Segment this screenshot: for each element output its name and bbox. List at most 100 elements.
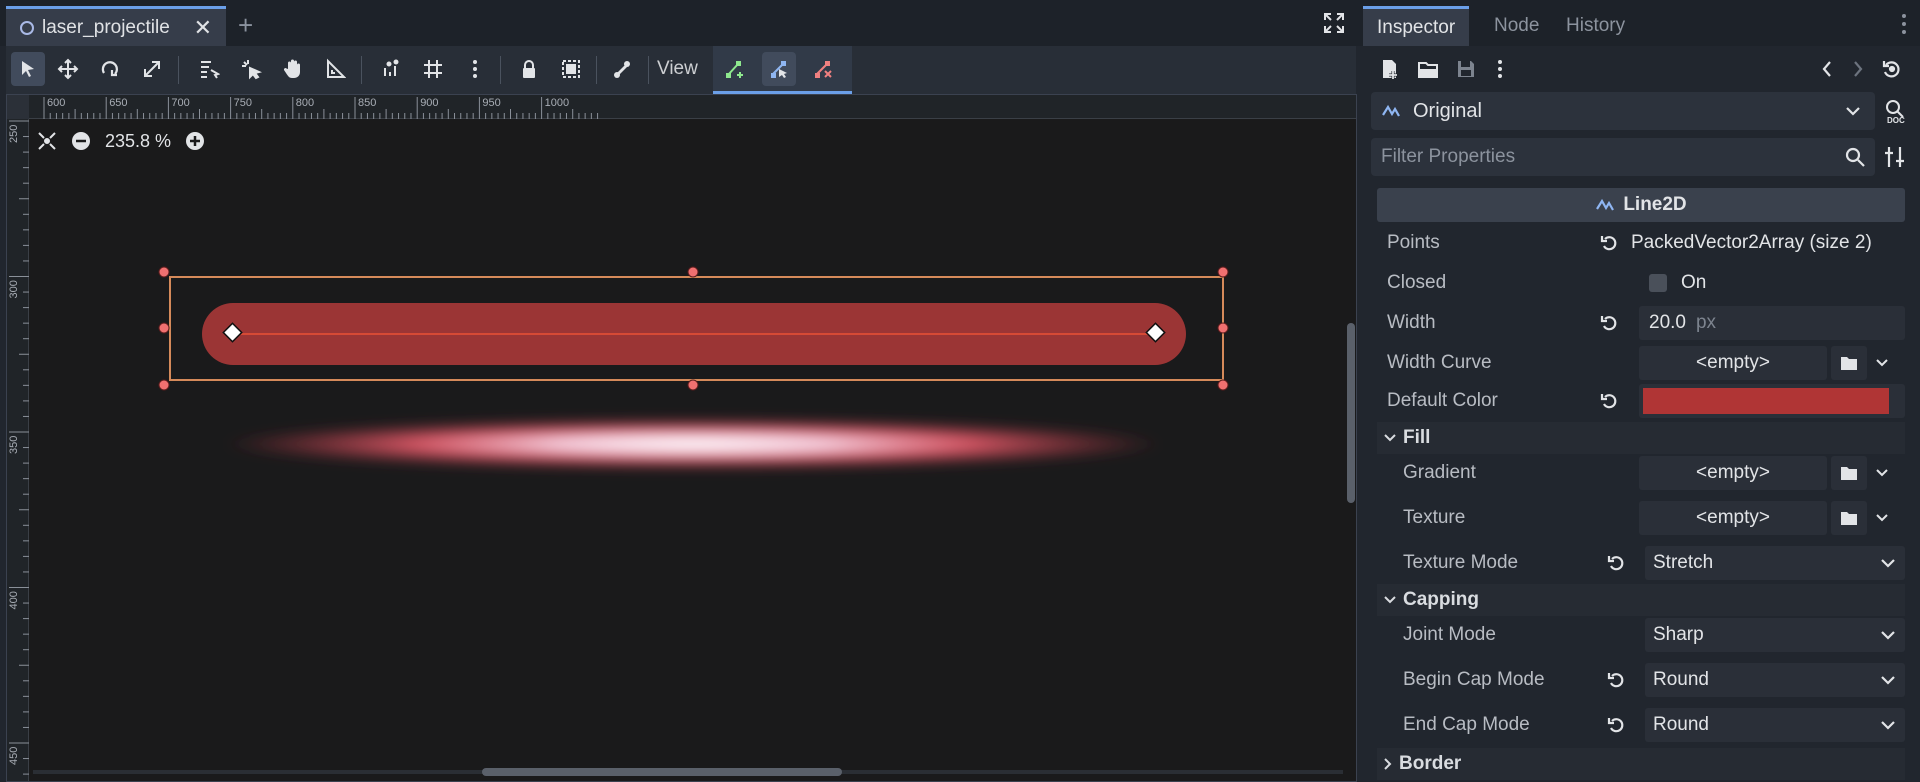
svg-text:DOC: DOC: [1887, 116, 1905, 124]
object-history-icon[interactable]: [1878, 56, 1904, 82]
revert-icon[interactable]: [1606, 715, 1626, 735]
fullscreen-icon[interactable]: [1323, 12, 1345, 34]
resource-empty-value[interactable]: <empty>: [1639, 456, 1827, 490]
move-tool-icon[interactable]: [51, 52, 85, 86]
open-documentation-icon[interactable]: DOC: [1882, 98, 1908, 124]
canvas-toolbar: View: [6, 46, 1356, 94]
vertical-scrollbar[interactable]: [1347, 323, 1355, 503]
ruler-label: 850: [358, 97, 376, 109]
new-resource-icon[interactable]: [1377, 56, 1403, 82]
folder-icon[interactable]: [1831, 346, 1867, 380]
chevron-down-icon[interactable]: [1867, 456, 1897, 490]
center-view-icon[interactable]: [37, 131, 57, 151]
resource-selector-label: Original: [1413, 99, 1482, 122]
chevron-down-icon: [1384, 596, 1396, 604]
property-label: End Cap Mode: [1403, 714, 1530, 735]
scale-tool-icon[interactable]: [135, 52, 169, 86]
property-list: Line2D Points PackedVector2Array (size 2…: [1377, 188, 1905, 782]
close-tab-icon[interactable]: ✕: [194, 15, 212, 41]
tab-history[interactable]: History: [1552, 6, 1639, 46]
smart-snap-icon[interactable]: [374, 52, 408, 86]
group-icon[interactable]: [554, 52, 588, 86]
horizontal-scrollbar[interactable]: [482, 768, 842, 776]
revert-icon[interactable]: [1599, 313, 1619, 333]
property-texture-mode: Texture Mode Stretch: [1377, 544, 1905, 582]
ruler-label: 300: [8, 280, 20, 298]
resource-empty-value[interactable]: <empty>: [1639, 501, 1827, 535]
begin-cap-mode-dropdown[interactable]: Round: [1645, 663, 1905, 697]
zoom-in-icon[interactable]: [185, 131, 205, 151]
chevron-down-icon[interactable]: [1867, 346, 1897, 380]
save-resource-icon[interactable]: [1453, 56, 1479, 82]
section-border[interactable]: Border: [1377, 748, 1905, 780]
folder-icon[interactable]: [1831, 501, 1867, 535]
width-curve-resource: <empty>: [1639, 346, 1905, 380]
scene-circle-icon: [20, 20, 34, 35]
pivot-tool-icon[interactable]: [234, 52, 268, 86]
canvas-viewport[interactable]: 600 650 700 750 800 850 900 950 1000 250 300 350 40…: [6, 94, 1357, 782]
zoom-level[interactable]: 235.8 %: [105, 131, 171, 152]
property-joint-mode: Joint Mode Sharp: [1377, 616, 1905, 654]
tab-inspector[interactable]: Inspector: [1363, 6, 1470, 46]
property-label: Joint Mode: [1403, 624, 1496, 645]
view-menu[interactable]: View: [657, 58, 698, 80]
search-icon: [1845, 147, 1865, 167]
tab-node[interactable]: Node: [1480, 6, 1553, 46]
select-tool-icon[interactable]: [11, 52, 45, 86]
resource-selector[interactable]: Original: [1371, 92, 1875, 130]
property-default-color: Default Color: [1377, 382, 1905, 420]
section-label: Capping: [1403, 589, 1479, 610]
add-point-icon[interactable]: [717, 52, 751, 86]
property-options-icon[interactable]: [1882, 144, 1908, 170]
folder-icon[interactable]: [1831, 456, 1867, 490]
skeleton-bone-icon[interactable]: [606, 52, 640, 86]
history-forward-icon[interactable]: [1845, 56, 1871, 82]
texture-mode-dropdown[interactable]: Stretch: [1645, 546, 1905, 580]
property-label: Width: [1387, 312, 1436, 333]
ruler-label: 600: [47, 97, 65, 109]
width-spinbox[interactable]: 20.0 px: [1639, 306, 1905, 340]
snap-options-kebab-icon[interactable]: [458, 52, 492, 86]
grid-snap-icon[interactable]: [416, 52, 450, 86]
rotate-tool-icon[interactable]: [93, 52, 127, 86]
revert-icon[interactable]: [1599, 391, 1619, 411]
ruler-tool-icon[interactable]: [318, 52, 352, 86]
revert-icon[interactable]: [1606, 670, 1626, 690]
edit-point-icon[interactable]: [762, 52, 796, 86]
dropdown-value: Sharp: [1653, 624, 1704, 645]
delete-point-icon[interactable]: [806, 52, 840, 86]
revert-icon[interactable]: [1606, 553, 1626, 573]
add-tab-icon[interactable]: +: [238, 10, 253, 41]
panel-menu-kebab-icon[interactable]: [1902, 14, 1906, 34]
width-value: 20.0: [1649, 312, 1686, 333]
zoom-out-icon[interactable]: [71, 131, 91, 151]
chevron-down-icon: [1846, 107, 1860, 116]
section-fill[interactable]: Fill: [1377, 422, 1905, 454]
property-label: Begin Cap Mode: [1403, 669, 1545, 690]
points-value[interactable]: PackedVector2Array (size 2): [1631, 226, 1897, 260]
revert-icon[interactable]: [1599, 233, 1619, 253]
scene-tab[interactable]: laser_projectile ✕: [6, 6, 226, 46]
joint-mode-dropdown[interactable]: Sharp: [1645, 618, 1905, 652]
filter-properties-input[interactable]: Filter Properties: [1371, 138, 1875, 176]
chevron-down-icon: [1881, 675, 1895, 685]
inspector-panel: Inspector Node History Original DOC Filt…: [1363, 0, 1920, 782]
filter-placeholder: Filter Properties: [1381, 146, 1516, 167]
line2d-icon: [1596, 198, 1615, 211]
resource-empty-value[interactable]: <empty>: [1639, 346, 1827, 380]
closed-checkbox[interactable]: On: [1639, 266, 1905, 300]
inspector-tab-bar: Inspector Node History: [1363, 0, 1920, 46]
chevron-down-icon[interactable]: [1867, 501, 1897, 535]
list-select-icon[interactable]: [192, 52, 226, 86]
dropdown-value: Stretch: [1653, 552, 1714, 573]
pan-tool-icon[interactable]: [276, 52, 310, 86]
load-resource-icon[interactable]: [1415, 56, 1441, 82]
lock-icon[interactable]: [512, 52, 546, 86]
color-picker-button[interactable]: [1639, 384, 1905, 418]
ruler-label: 350: [8, 436, 20, 454]
chevron-down-icon: [1881, 630, 1895, 640]
resource-menu-kebab-icon[interactable]: [1487, 56, 1513, 82]
section-capping[interactable]: Capping: [1377, 584, 1905, 616]
history-back-icon[interactable]: [1814, 56, 1840, 82]
end-cap-mode-dropdown[interactable]: Round: [1645, 708, 1905, 742]
